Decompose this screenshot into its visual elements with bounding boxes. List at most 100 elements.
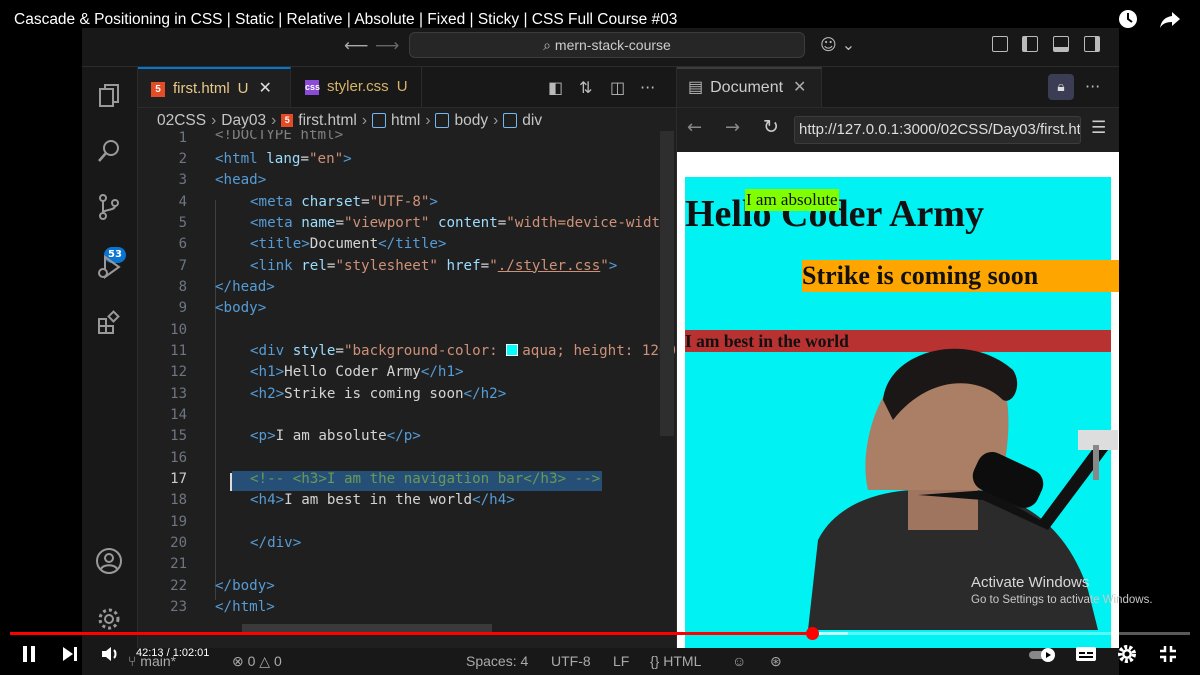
tab-document[interactable]: ▤ Document ✕ xyxy=(677,67,822,107)
code-line-commented: <!-- <h3>I am the navigation bar</h3> --… xyxy=(250,471,601,487)
toggle-secondary-sidebar-icon[interactable] xyxy=(1084,36,1100,52)
breadcrumb-item[interactable]: Day03 xyxy=(221,112,266,129)
code-line: <html lang="en"> xyxy=(215,151,352,167)
line-number: 9 xyxy=(178,300,187,316)
close-icon[interactable]: ✕ xyxy=(793,79,806,96)
back-arrow-icon[interactable]: ← xyxy=(687,117,702,138)
title-bar: ⟵ ⟶ ⌕ mern-stack-course ☺ ⌄ xyxy=(82,28,1119,67)
pause-icon[interactable] xyxy=(20,645,38,667)
volume-icon[interactable] xyxy=(100,644,122,668)
broadcast-icon[interactable]: ⊛ xyxy=(770,653,782,670)
tab-styler-css[interactable]: css styler.css U xyxy=(291,67,422,107)
element-icon xyxy=(503,113,518,129)
problems-indicator[interactable]: ⊗ 0 △ 0 xyxy=(232,653,282,670)
text-cursor xyxy=(230,473,232,491)
breadcrumb-item[interactable]: 02CSS xyxy=(157,112,206,129)
next-icon[interactable] xyxy=(61,645,79,667)
forward-arrow-icon[interactable]: → xyxy=(725,117,740,138)
more-actions-icon[interactable]: ··· xyxy=(640,78,655,97)
command-center-search[interactable]: ⌕ mern-stack-course xyxy=(409,32,805,58)
gear-icon[interactable] xyxy=(95,605,123,633)
subtitles-icon[interactable] xyxy=(1075,645,1097,667)
autoplay-toggle[interactable] xyxy=(1028,647,1058,667)
editor-tab-bar: 5 first.html U ✕ css styler.css U xyxy=(138,67,676,108)
code-line: </html> xyxy=(215,599,275,615)
video-title[interactable]: Cascade & Positioning in CSS | Static | … xyxy=(14,11,677,29)
lock-group-icon[interactable]: 🔒︎ xyxy=(1048,74,1074,100)
breadcrumb: 02CSS › Day03 › 5 first.html › html › body › div xyxy=(157,112,543,129)
code-line: <h1>Hello Coder Army</h1> xyxy=(250,364,464,380)
account-icon[interactable] xyxy=(95,547,123,575)
explorer-icon[interactable] xyxy=(95,82,123,110)
time-display: 42:13 / 1:02:01 xyxy=(136,647,210,659)
html-file-icon: 5 xyxy=(281,114,294,128)
vertical-scrollbar[interactable] xyxy=(660,131,674,436)
exit-fullscreen-icon[interactable] xyxy=(1159,645,1177,667)
compare-changes-icon[interactable]: ⇅ xyxy=(579,78,592,97)
indent-guide xyxy=(215,350,216,600)
close-icon[interactable]: ✕ xyxy=(259,80,272,97)
clock-icon[interactable] xyxy=(1117,8,1139,30)
line-number: 13 xyxy=(170,385,187,402)
line-number: 3 xyxy=(178,172,187,188)
code-line: <head> xyxy=(215,172,267,188)
line-number: 17 xyxy=(170,471,187,487)
breadcrumb-item[interactable]: html xyxy=(391,112,420,129)
line-number: 20 xyxy=(170,535,187,551)
breadcrumb-item[interactable]: body xyxy=(454,112,488,129)
breadcrumb-item[interactable]: div xyxy=(522,112,542,129)
code-line: <div style="background-color: aqua; heig… xyxy=(250,343,676,359)
more-actions-icon[interactable]: ··· xyxy=(1085,77,1100,96)
encoding-indicator[interactable]: UTF-8 xyxy=(551,653,591,669)
split-editor-icon[interactable]: ◫ xyxy=(610,78,625,97)
toggle-panel-icon[interactable] xyxy=(1053,36,1069,52)
open-preview-icon[interactable]: ◧ xyxy=(548,78,563,97)
code-line: <body> xyxy=(215,300,267,316)
code-line: <h4>I am best in the world</h4> xyxy=(250,492,515,508)
workspace-name: mern-stack-course xyxy=(554,37,671,53)
line-number: 22 xyxy=(170,577,187,594)
activate-windows-subtitle: Go to Settings to activate Windows. xyxy=(971,594,1153,606)
extensions-icon[interactable] xyxy=(95,309,123,337)
stylesheet-link[interactable]: ./styler.css xyxy=(498,258,601,274)
untracked-status: U xyxy=(237,80,249,97)
code-editor[interactable]: 1 2 3 4 5 6 7 8 9 10 11 12 13 14 15 16 1… xyxy=(138,130,676,620)
warning-icon: △ xyxy=(255,653,274,669)
breadcrumb-item[interactable]: first.html xyxy=(298,112,357,129)
line-number: 16 xyxy=(170,449,187,466)
indentation-indicator[interactable]: Spaces: 4 xyxy=(466,653,528,669)
line-number: 19 xyxy=(170,513,187,530)
search-icon[interactable] xyxy=(95,137,123,165)
error-icon: ⊗ xyxy=(232,653,248,669)
source-control-icon[interactable] xyxy=(95,193,123,221)
share-arrow-icon[interactable] xyxy=(1158,10,1182,30)
untracked-status: U xyxy=(396,78,408,95)
back-arrow-icon[interactable]: ⟵ xyxy=(344,36,368,56)
progress-scrubber[interactable] xyxy=(806,627,819,640)
run-debug-icon[interactable] xyxy=(95,253,123,281)
tab-label: first.html xyxy=(173,80,230,97)
settings-gear-icon[interactable] xyxy=(1117,644,1137,668)
customize-layout-icon[interactable] xyxy=(992,36,1008,52)
toggle-primary-sidebar-icon[interactable] xyxy=(1022,36,1038,52)
language-indicator[interactable]: {} HTML xyxy=(650,653,701,669)
address-bar[interactable]: http://127.0.0.1:3000/02CSS/Day03/first.… xyxy=(794,116,1081,144)
forward-arrow-icon[interactable]: ⟶ xyxy=(375,36,399,56)
code-line: <link rel="stylesheet" href="./styler.cs… xyxy=(250,257,618,274)
tab-label: styler.css xyxy=(327,78,389,95)
menu-icon[interactable]: ☰ xyxy=(1091,118,1106,138)
reload-icon[interactable]: ↻ xyxy=(763,116,779,138)
indent-guide xyxy=(215,200,216,350)
line-number: 11 xyxy=(170,343,187,359)
page-heading-h2: Strike is coming soon xyxy=(802,260,1119,292)
eol-indicator[interactable]: LF xyxy=(613,653,629,669)
code-line: <p>I am absolute</p> xyxy=(250,428,421,444)
css-file-icon: css xyxy=(305,79,320,95)
line-number: 10 xyxy=(170,321,187,338)
line-number: 2 xyxy=(178,151,187,167)
copilot-icon[interactable]: ☺ ⌄ xyxy=(820,35,855,54)
copilot-icon[interactable]: ☺ xyxy=(732,653,746,669)
tab-first-html[interactable]: 5 first.html U ✕ xyxy=(138,67,291,107)
color-swatch[interactable] xyxy=(506,344,519,356)
line-number: 8 xyxy=(178,279,187,295)
